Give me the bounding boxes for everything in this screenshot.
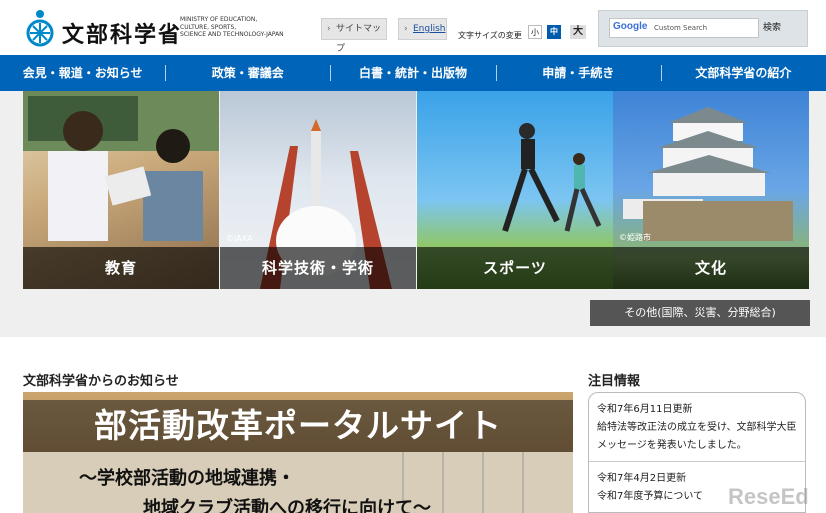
- search-box: Custom Search Google 検索: [598, 10, 808, 47]
- font-size-medium-button[interactable]: 中: [547, 25, 561, 39]
- font-size-small-button[interactable]: 小: [528, 25, 542, 39]
- photo-credit: ©姫路市: [619, 233, 651, 242]
- chevron-right-icon: ›: [404, 24, 408, 34]
- chevron-right-icon: ›: [327, 24, 331, 34]
- nav-item-applications[interactable]: 申請・手続き: [495, 55, 661, 91]
- sitemap-label: サイトマップ: [336, 24, 382, 54]
- english-link[interactable]: › English: [398, 18, 447, 40]
- item-date: 令和7年6月11日更新: [597, 404, 693, 415]
- banner-subtitle: ～学校部活動の地域連携・: [79, 468, 295, 489]
- google-logo: Google: [613, 21, 647, 32]
- google-logo-text: Google: [613, 21, 648, 32]
- banner-title: 部活動改革ポータルサイト: [23, 400, 573, 452]
- tile-science[interactable]: ©JAXA 科学技術・学術: [220, 91, 416, 289]
- search-button[interactable]: 検索: [763, 20, 781, 33]
- nav-item-about[interactable]: 文部科学省の紹介: [660, 55, 826, 91]
- tile-label: スポーツ: [417, 247, 613, 289]
- sitemap-link[interactable]: › サイトマップ: [321, 18, 387, 54]
- list-item[interactable]: 令和7年6月11日更新 給特法等改正法の成立を受け、文部科学大臣メッセージを発表…: [589, 393, 805, 462]
- tile-education[interactable]: 教育: [23, 91, 219, 289]
- logo-en-line: MINISTRY OF EDUCATION,: [180, 16, 258, 23]
- mext-logo-mark-icon: [26, 10, 54, 47]
- logo-en-line: SCIENCE AND TECHNOLOGY-JAPAN: [180, 31, 284, 38]
- logo-japanese-text: 文部科学省: [62, 23, 183, 48]
- logo-en-line: CULTURE, SPORTS,: [180, 23, 237, 31]
- english-label: English: [413, 24, 446, 34]
- club-reform-banner[interactable]: 部活動改革ポータルサイト ～学校部活動の地域連携・ 地域クラブ活動への移行に向け…: [23, 392, 573, 513]
- site-header: 文部科学省 MINISTRY OF EDUCATION, CULTURE, SP…: [0, 0, 826, 55]
- banner-subtitle: 地域クラブ活動への移行に向けて～: [143, 498, 431, 513]
- news-section-title: 文部科学省からのお知らせ: [23, 374, 179, 389]
- font-size-label: 文字サイズの変更: [458, 31, 522, 40]
- other-categories-button[interactable]: その他(国際、災害、分野総合): [590, 300, 810, 326]
- item-text: 給特法等改正法の成立を受け、文部科学大臣メッセージを発表いたしました。: [597, 422, 797, 451]
- watermark-logo: ReseEd: [728, 484, 809, 509]
- font-size-large-button[interactable]: 大: [570, 25, 586, 39]
- photo-credit: ©JAXA: [226, 234, 253, 243]
- logo-english-text: MINISTRY OF EDUCATION, CULTURE, SPORTS, …: [180, 16, 290, 39]
- nav-item-press[interactable]: 会見・報道・お知らせ: [0, 55, 165, 91]
- mext-logo[interactable]: 文部科学省 MINISTRY OF EDUCATION, CULTURE, SP…: [24, 9, 284, 48]
- tile-label: 文化: [613, 247, 809, 289]
- tile-sports[interactable]: スポーツ: [417, 91, 613, 289]
- nav-item-publications[interactable]: 白書・統計・出版物: [330, 55, 495, 91]
- tile-label: 教育: [23, 247, 219, 289]
- attention-section-title: 注目情報: [588, 374, 641, 389]
- nav-item-policy[interactable]: 政策・審議会: [165, 55, 330, 91]
- tile-culture[interactable]: ©姫路市 文化: [613, 91, 809, 289]
- search-placeholder: Custom Search: [654, 24, 708, 32]
- tile-label: 科学技術・学術: [220, 247, 416, 289]
- global-nav: 会見・報道・お知らせ 政策・審議会 白書・統計・出版物 申請・手続き 文部科学省…: [0, 55, 826, 91]
